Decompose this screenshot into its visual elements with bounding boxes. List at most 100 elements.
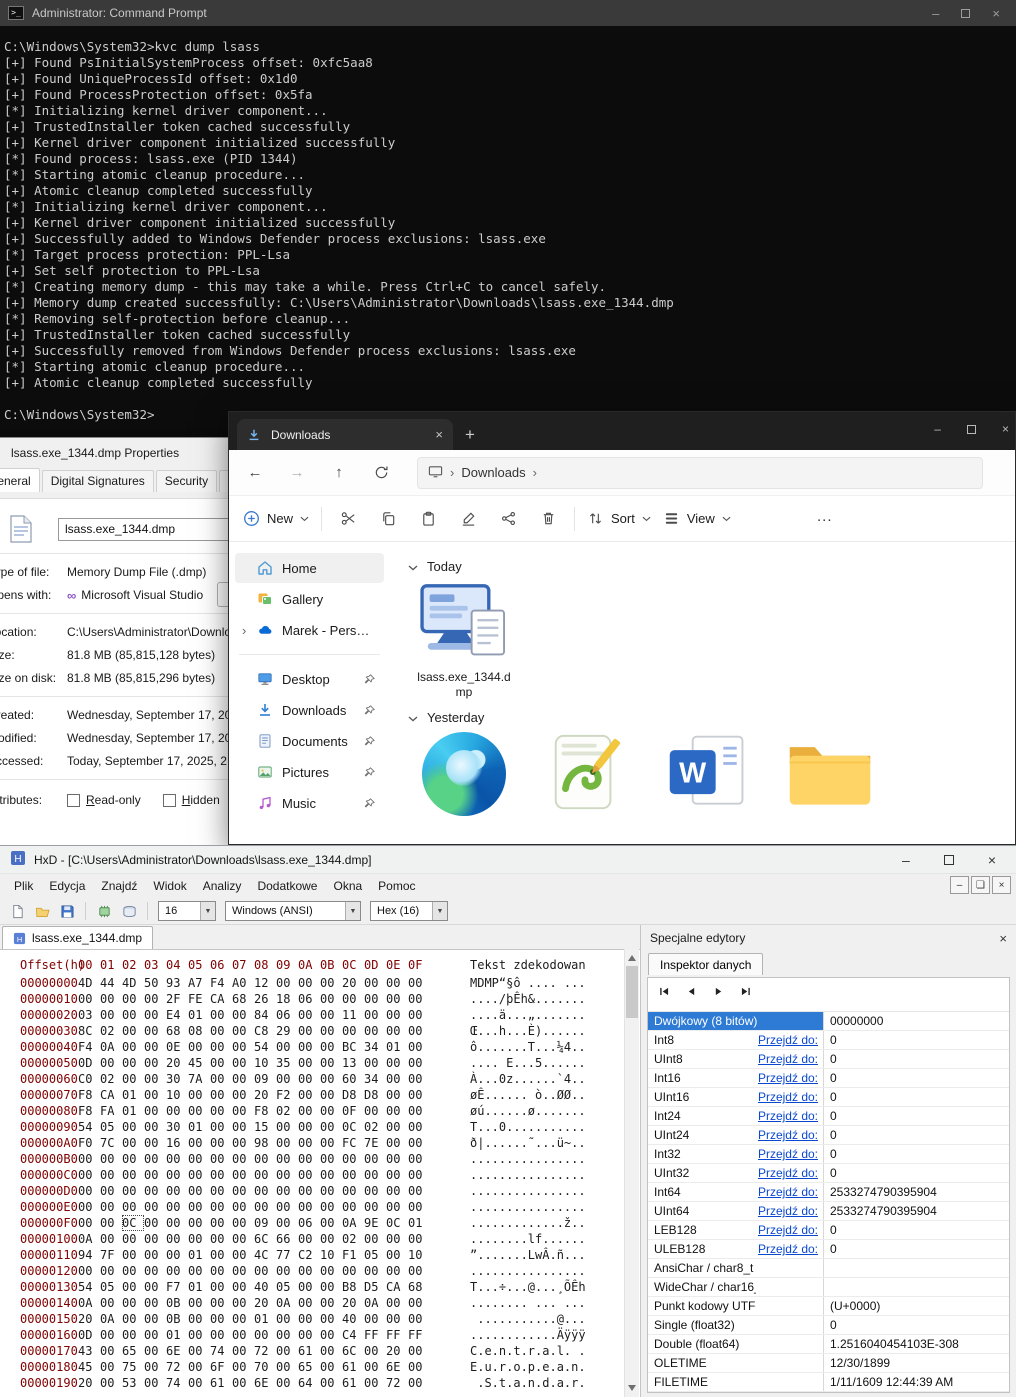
hex-byte[interactable]: 02 <box>100 1071 122 1087</box>
inspector-value[interactable]: 1.2516040454103E-308 <box>823 1335 1009 1353</box>
hex-byte[interactable]: 00 <box>276 1135 298 1151</box>
cut-button[interactable] <box>334 505 362 533</box>
hex-byte[interactable]: 0C <box>342 1119 364 1135</box>
hex-byte[interactable]: 00 <box>144 1183 166 1199</box>
hex-byte[interactable]: 00 <box>210 1023 232 1039</box>
hex-byte[interactable]: 13 <box>342 1055 364 1071</box>
menu-plik[interactable]: Plik <box>6 876 41 896</box>
hex-byte[interactable]: 66 <box>276 1231 298 1247</box>
hex-byte[interactable]: 00 <box>166 1247 188 1263</box>
inspector-row-punkt-kodowy-utf-8[interactable]: Punkt kodowy UTF-8 (U+0000) <box>648 1297 1009 1316</box>
hex-byte[interactable]: 00 <box>386 1103 408 1119</box>
hex-byte[interactable]: 00 <box>320 1119 342 1135</box>
hex-byte[interactable]: 00 <box>232 1247 254 1263</box>
hex-byte[interactable]: 00 <box>78 1263 100 1279</box>
hex-byte[interactable]: 00 <box>386 1135 408 1151</box>
hex-byte[interactable]: 00 <box>276 1071 298 1087</box>
inspector-value[interactable]: 0 <box>823 1145 1009 1163</box>
hex-byte[interactable]: 00 <box>298 1279 320 1295</box>
hex-byte[interactable]: 00 <box>122 1199 144 1215</box>
hex-byte[interactable]: 00 <box>144 1007 166 1023</box>
menu-okna[interactable]: Okna <box>325 876 370 896</box>
hex-byte[interactable]: 00 <box>188 1359 210 1375</box>
hex-byte[interactable]: 00 <box>254 1151 276 1167</box>
hex-byte[interactable]: 02 <box>276 1103 298 1119</box>
hex-byte[interactable]: 00 <box>342 1199 364 1215</box>
hex-byte[interactable]: 60 <box>342 1071 364 1087</box>
sidebar-item-music[interactable]: Music <box>235 788 384 818</box>
hex-byte[interactable]: 00 <box>232 1007 254 1023</box>
hex-byte[interactable]: 00 <box>188 1039 210 1055</box>
hex-byte[interactable]: 2F <box>166 991 188 1007</box>
hex-byte[interactable]: 00 <box>144 1359 166 1375</box>
hex-byte[interactable]: FF <box>408 1327 430 1343</box>
hex-byte[interactable]: 00 <box>276 1343 298 1359</box>
hex-byte[interactable]: 0F <box>342 1103 364 1119</box>
hex-byte[interactable]: 00 <box>386 975 408 991</box>
hex-byte[interactable]: 00 <box>254 1167 276 1183</box>
hex-byte[interactable]: 00 <box>298 1103 320 1119</box>
hex-byte[interactable]: 0A <box>78 1295 100 1311</box>
inspector-value[interactable]: 0 <box>823 1240 1009 1258</box>
goto-link[interactable]: Przejdź do: <box>756 1204 823 1218</box>
hex-byte[interactable]: 0A <box>100 1039 122 1055</box>
hex-byte[interactable]: F0 <box>78 1135 100 1151</box>
hex-byte[interactable]: 00 <box>100 1183 122 1199</box>
hex-byte[interactable]: 00 <box>320 1071 342 1087</box>
hex-byte[interactable]: 05 <box>100 1279 122 1295</box>
inspector-row-uint64[interactable]: UInt64Przejdź do:2533274790395904 <box>648 1202 1009 1221</box>
hex-byte[interactable]: 75 <box>122 1359 144 1375</box>
hex-byte[interactable]: BC <box>342 1039 364 1055</box>
hex-byte[interactable]: 12 <box>254 975 276 991</box>
hex-byte[interactable]: 0A <box>100 1311 122 1327</box>
goto-link[interactable]: Przejdź do: <box>756 1052 823 1066</box>
readonly-checkbox[interactable] <box>67 794 80 807</box>
hex-byte[interactable]: 84 <box>254 1007 276 1023</box>
goto-link[interactable]: Przejdź do: <box>756 1090 823 1104</box>
hex-byte[interactable]: 00 <box>276 1359 298 1375</box>
hex-byte[interactable]: 00 <box>232 1183 254 1199</box>
hex-byte[interactable]: 9E <box>364 1215 386 1231</box>
minimize-icon[interactable]: – <box>902 852 910 868</box>
hex-byte[interactable]: 00 <box>100 1151 122 1167</box>
hex-byte[interactable]: 00 <box>408 991 430 1007</box>
hex-byte[interactable]: 00 <box>320 1343 342 1359</box>
hex-byte[interactable]: 00 <box>386 1311 408 1327</box>
hex-byte[interactable]: 08 <box>188 1023 210 1039</box>
hex-byte[interactable]: 61 <box>342 1359 364 1375</box>
menu-dodatkowe[interactable]: Dodatkowe <box>249 876 325 896</box>
group-header-today[interactable]: Today <box>408 559 1015 574</box>
hex-byte[interactable]: F8 <box>78 1087 100 1103</box>
hex-byte[interactable]: 00 <box>386 1055 408 1071</box>
hex-byte[interactable]: 7C <box>100 1135 122 1151</box>
inspector-value[interactable] <box>823 1278 1009 1296</box>
hex-byte[interactable]: 00 <box>342 1183 364 1199</box>
hex-byte[interactable]: 09 <box>254 1071 276 1087</box>
menu-analizy[interactable]: Analizy <box>195 876 250 896</box>
goto-link[interactable]: Przejdź do: <box>756 1166 823 1180</box>
hex-byte[interactable]: 00 <box>298 1087 320 1103</box>
hex-byte[interactable]: 0A <box>78 1231 100 1247</box>
hex-byte[interactable]: F1 <box>342 1247 364 1263</box>
hex-byte[interactable]: 00 <box>100 1231 122 1247</box>
hex-byte[interactable]: 00 <box>188 1103 210 1119</box>
hex-byte[interactable]: 20 <box>342 1295 364 1311</box>
hex-byte[interactable]: 43 <box>78 1343 100 1359</box>
hex-byte[interactable]: 45 <box>78 1359 100 1375</box>
hex-byte[interactable]: FF <box>386 1327 408 1343</box>
hex-byte[interactable]: 00 <box>298 1039 320 1055</box>
hex-byte[interactable]: 44 <box>100 975 122 991</box>
hex-byte[interactable]: 00 <box>100 1263 122 1279</box>
hex-byte[interactable]: 00 <box>342 1167 364 1183</box>
scrollbar-thumb[interactable] <box>626 966 638 1018</box>
hex-byte[interactable]: 00 <box>408 1359 430 1375</box>
hex-byte[interactable]: D5 <box>364 1279 386 1295</box>
hex-byte[interactable]: 00 <box>298 975 320 991</box>
hex-byte[interactable]: 00 <box>78 1199 100 1215</box>
hex-byte[interactable]: 50 <box>144 975 166 991</box>
hex-byte[interactable]: 00 <box>100 1167 122 1183</box>
inspector-row-oletime[interactable]: OLETIME12/30/1899 <box>648 1354 1009 1373</box>
hex-byte[interactable]: 00 <box>364 1359 386 1375</box>
inspector-value[interactable]: 0 <box>823 1107 1009 1125</box>
hex-byte[interactable]: 00 <box>408 1231 430 1247</box>
